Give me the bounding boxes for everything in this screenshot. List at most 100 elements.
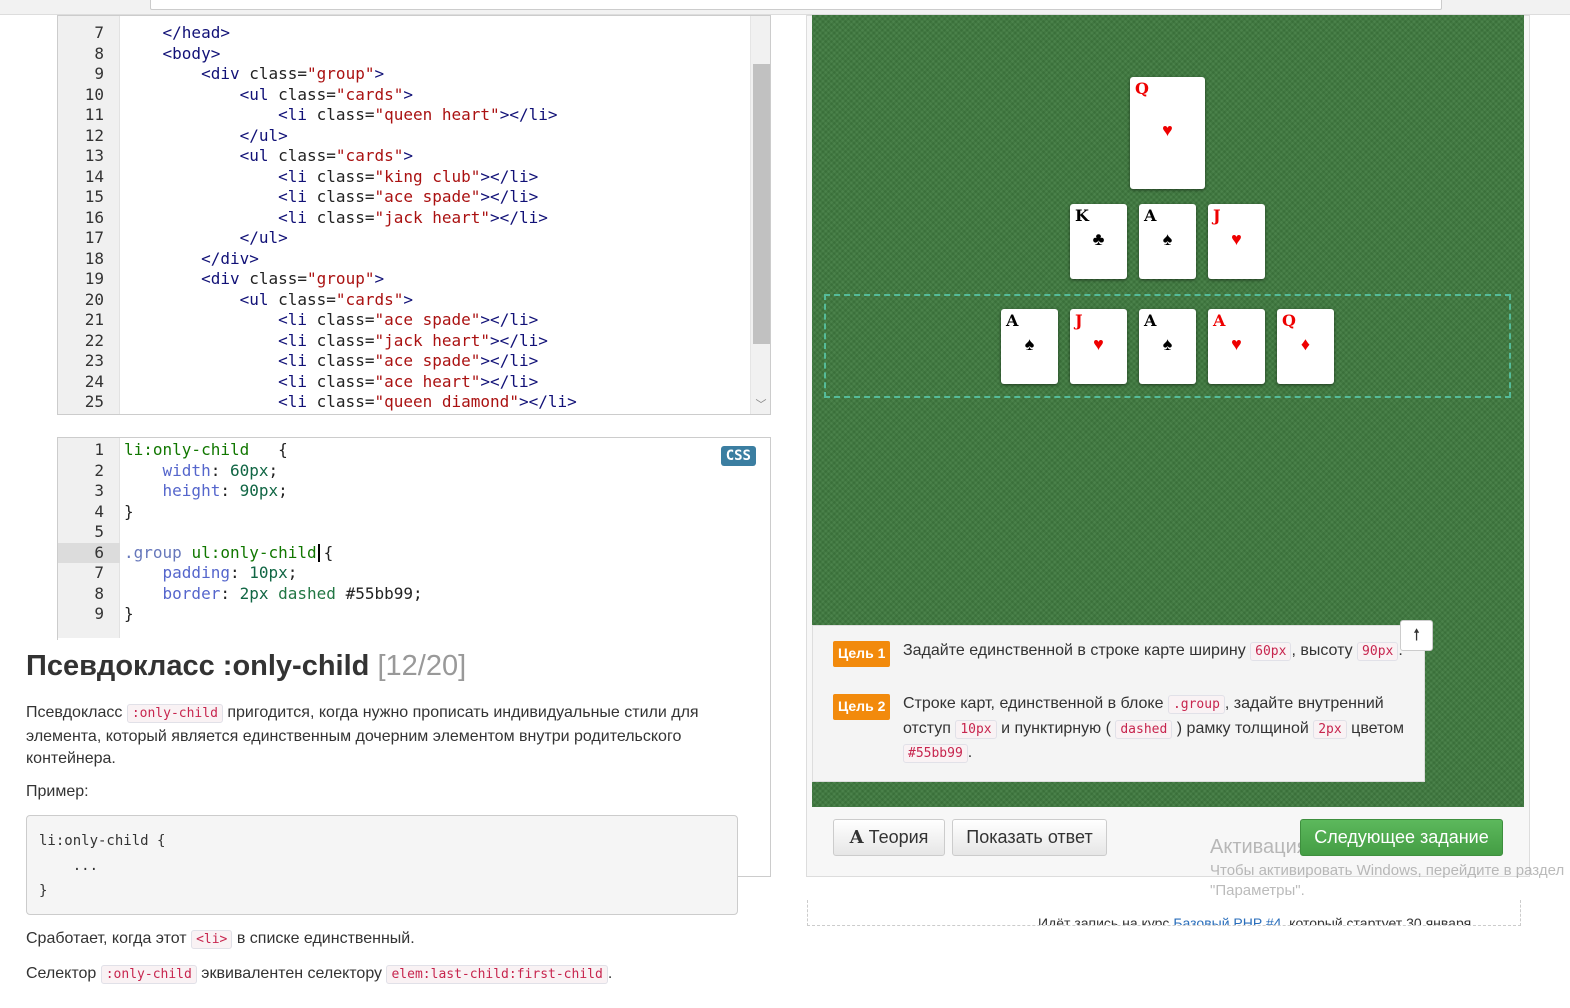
card-rank: A <box>1213 311 1226 330</box>
html-editor[interactable]: 7 </head> 8 <body> 9 <div class="group"> 10… <box>57 15 771 415</box>
line-number: 25 <box>84 392 104 411</box>
line-code: <li class="queen diamond"></li> <box>278 392 577 411</box>
card-ace-spade: A ♠ <box>1139 204 1196 279</box>
line-number: 6 <box>58 542 120 563</box>
goal-2: Цель 2 Строке карт, единственной в блоке… <box>833 692 1413 766</box>
css-code-line[interactable]: 4} <box>58 502 718 523</box>
html-editor-scrollbar[interactable]: ﹀ <box>750 16 770 414</box>
line-number: 1 <box>94 440 104 459</box>
line-code: <ul class="cards"> <box>239 146 413 165</box>
card-ace-heart: A ♥ <box>1208 309 1265 384</box>
suit-icon: ♥ <box>1231 228 1242 249</box>
line-number: 21 <box>84 310 104 329</box>
css-code-line[interactable]: 5 <box>58 522 718 543</box>
theory-section: Псевдокласс :only-child [12/20] Псевдокл… <box>0 640 738 1008</box>
line-code: } <box>124 501 134 521</box>
suit-icon: ♠ <box>1162 228 1173 249</box>
address-bar[interactable] <box>150 0 1442 10</box>
suit-icon: ♥ <box>1162 120 1173 140</box>
windows-activation-text: Чтобы активировать Windows, перейдите в … <box>1210 862 1565 899</box>
line-code: </div> <box>201 248 259 268</box>
goal-1: Цель 1 Задайте единственной в строке кар… <box>833 639 1413 667</box>
line-number: 18 <box>84 248 104 268</box>
inline-code: <li> <box>191 930 233 949</box>
example-label: Пример: <box>26 783 89 800</box>
line-code: <li class="king club"></li> <box>278 166 539 186</box>
line-code: .group ul:only-child{ <box>124 542 334 562</box>
line-number: 11 <box>84 105 104 124</box>
line-code: </ul> <box>239 228 288 247</box>
example-code-block: li:only-child { ... } <box>26 815 738 915</box>
css-code-line[interactable]: 7 padding: 10px; <box>58 563 718 584</box>
css-code-line[interactable]: 2 width: 60px; <box>58 461 718 482</box>
line-code: border: 2px dashed #55bb99; <box>162 583 423 603</box>
card-ace-spade: A ♠ <box>1139 309 1196 384</box>
line-code: <li class="ace spade"></li> <box>278 351 539 370</box>
suit-icon: ♦ <box>1300 333 1311 354</box>
scrollbar-thumb[interactable] <box>753 64 770 344</box>
card-rank: A <box>1006 311 1019 330</box>
css-badge: CSS <box>720 446 756 466</box>
goal-1-badge: Цель 1 <box>833 641 891 667</box>
line-number: 8 <box>94 583 104 603</box>
browser-toolbar <box>0 0 1570 15</box>
card-rank: Q <box>1135 79 1149 98</box>
line-number: 17 <box>84 228 104 247</box>
card-rank: J <box>1213 206 1221 225</box>
arrow-up-icon: 🠕 <box>1413 627 1420 644</box>
suit-icon: ♥ <box>1231 333 1242 354</box>
line-number: 7 <box>94 563 104 582</box>
line-code: width: 60px; <box>162 460 279 480</box>
card-jack-heart: J ♥ <box>1208 204 1265 279</box>
css-code-line[interactable]: 8 border: 2px dashed #55bb99; <box>58 584 718 605</box>
scroll-down-icon[interactable]: ﹀ <box>751 396 770 412</box>
line-number: 10 <box>84 84 104 104</box>
line-number: 5 <box>94 522 104 541</box>
line-number: 24 <box>84 371 104 391</box>
line-code: <li class="ace spade"></li> <box>278 187 539 206</box>
line-code: <li class="queen heart"></li> <box>278 105 558 124</box>
css-code-line[interactable]: 6 .group ul:only-child{ <box>58 542 718 563</box>
line-number: 7 <box>94 23 104 42</box>
theory-button[interactable]: A Теория <box>833 819 945 856</box>
line-code: </ul> <box>124 413 288 415</box>
line-number: 3 <box>94 481 104 500</box>
line-code: <li class="jack heart"></li> <box>278 330 548 350</box>
collapse-goals-button[interactable]: 🠕 <box>1400 620 1433 651</box>
line-code: } <box>124 604 134 623</box>
card-ace-spade: A ♠ <box>1001 309 1058 384</box>
css-code-line[interactable]: 1 li:only-child { <box>58 440 718 461</box>
line-code: padding: 10px; <box>162 563 298 582</box>
text-cursor <box>317 544 320 562</box>
card-rank: J <box>1075 311 1083 330</box>
title-text: Псевдокласс :only-child <box>26 650 370 682</box>
line-number: 26 <box>58 413 104 415</box>
font-icon: A <box>849 827 864 848</box>
line-code: <div class="group"> <box>201 64 385 83</box>
show-answer-button[interactable]: Показать ответ <box>952 819 1107 856</box>
suit-icon: ♠ <box>1162 333 1173 354</box>
line-number: 2 <box>94 460 104 480</box>
line-number: 20 <box>84 289 104 309</box>
goals-panel: Цель 1 Задайте единственной в строке кар… <box>812 625 1425 782</box>
course-link[interactable]: Базовый PHP #4 <box>1173 915 1281 925</box>
suit-icon: ♠ <box>1024 333 1035 354</box>
theory-paragraph-2: Сработает, когда этот <li> в списке един… <box>26 930 415 949</box>
css-code-line[interactable]: 3 height: 90px; <box>58 481 718 502</box>
line-code: </head> <box>162 23 230 42</box>
theory-paragraph-1: Псевдокласс :only-child пригодится, когд… <box>26 704 699 767</box>
progress-counter: [12/20] <box>377 650 467 682</box>
line-number: 9 <box>94 64 104 83</box>
line-number: 15 <box>84 187 104 206</box>
line-code: <body> <box>162 43 221 63</box>
card-jack-heart: J ♥ <box>1070 309 1127 384</box>
line-number: 14 <box>84 166 104 186</box>
page-title: Псевдокласс :only-child [12/20] <box>26 650 466 683</box>
card-rank: A <box>1144 206 1157 225</box>
line-code: li:only-child { <box>124 440 288 459</box>
next-task-button[interactable]: Следующее задание <box>1300 819 1503 856</box>
line-number: 22 <box>84 330 104 350</box>
suit-icon: ♣ <box>1092 228 1105 249</box>
css-code-line[interactable]: 9} <box>58 604 718 625</box>
card-queen-diamond: Q ♦ <box>1277 309 1334 384</box>
